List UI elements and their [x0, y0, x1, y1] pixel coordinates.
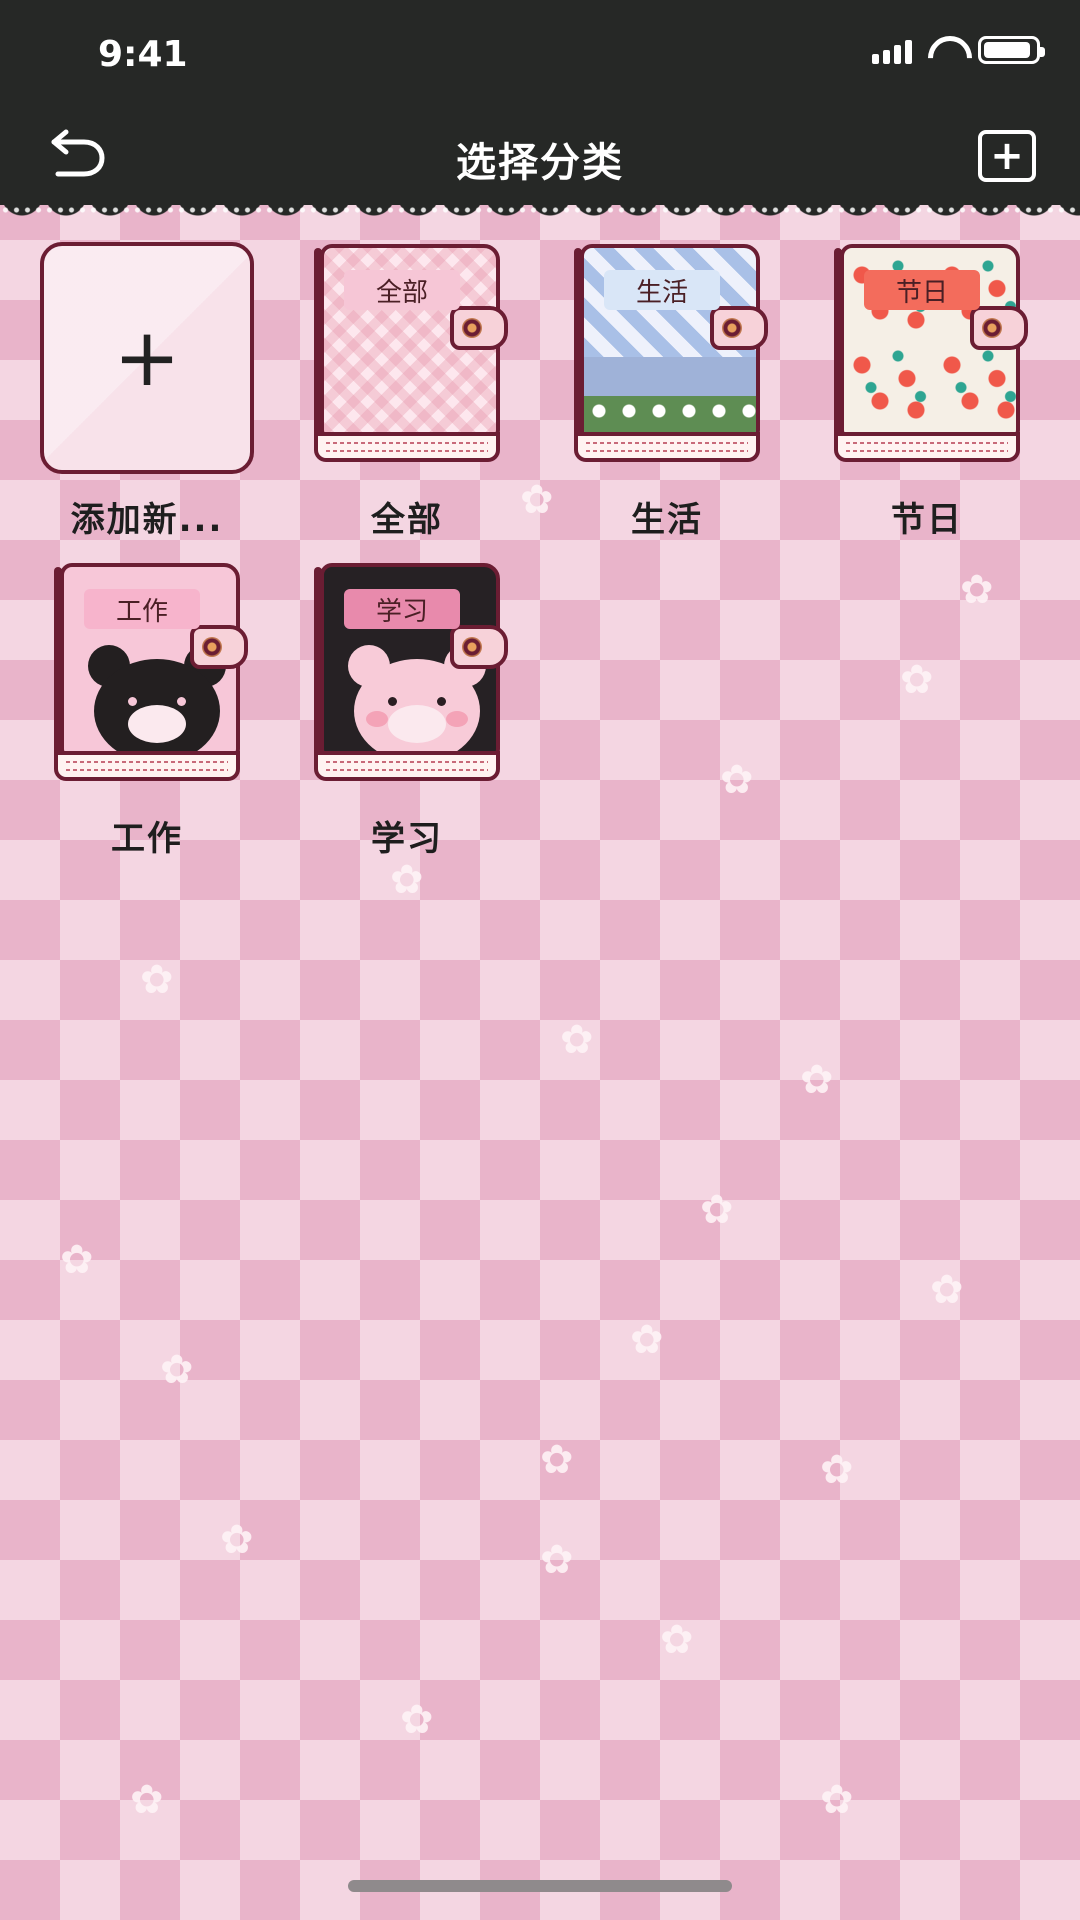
cover-label: 工作 — [84, 589, 200, 629]
blossom-decoration: ✿ — [390, 857, 424, 903]
cover-label: 节日 — [864, 270, 980, 310]
status-icons — [872, 36, 1045, 64]
category-name: 全部 — [371, 500, 443, 540]
add-new-card[interactable]: + — [40, 242, 254, 474]
category-name: 工作 — [111, 819, 183, 859]
cellular-signal-icon — [872, 40, 912, 64]
blossom-decoration: ✿ — [540, 1437, 574, 1483]
category-name: 生活 — [631, 500, 703, 540]
add-new-category-tile[interactable]: + 添加新... — [34, 242, 260, 541]
category-grid: + 添加新... 全部 全部 生活 生活 节日 节日 工作 工作 学习 学习 — [34, 242, 1040, 860]
battery-icon — [978, 36, 1045, 64]
add-category-button[interactable]: + — [978, 130, 1036, 182]
plus-square-icon: + — [990, 133, 1024, 179]
blossom-decoration: ✿ — [930, 1267, 964, 1313]
category-holiday[interactable]: 节日 节日 — [814, 242, 1040, 541]
blossom-decoration: ✿ — [630, 1317, 664, 1363]
blossom-decoration: ✿ — [800, 1057, 834, 1103]
category-all[interactable]: 全部 全部 — [294, 242, 520, 541]
home-indicator[interactable] — [348, 1880, 732, 1892]
blossom-decoration: ✿ — [820, 1777, 854, 1823]
add-new-label: 添加新... — [70, 500, 224, 540]
notebook-cover-icon: 全部 — [300, 242, 514, 474]
blossom-decoration: ✿ — [160, 1347, 194, 1393]
category-name: 节日 — [891, 500, 963, 540]
category-name: 学习 — [371, 819, 443, 859]
blossom-decoration: ✿ — [660, 1617, 694, 1663]
blossom-decoration: ✿ — [540, 1537, 574, 1583]
cover-label: 全部 — [344, 270, 460, 310]
cover-label: 学习 — [344, 589, 460, 629]
notebook-cover-icon: 生活 — [560, 242, 774, 474]
notebook-cover-icon: 学习 — [300, 561, 514, 793]
wifi-icon — [926, 36, 964, 64]
plus-icon: + — [113, 311, 181, 404]
notebook-cover-icon: 工作 — [40, 561, 254, 793]
notebook-cover-icon: 节日 — [820, 242, 1034, 474]
blossom-decoration: ✿ — [60, 1237, 94, 1283]
header-dot-trim — [0, 205, 1080, 215]
top-bar: 9:41 选择分类 + — [0, 0, 1080, 205]
category-life[interactable]: 生活 生活 — [554, 242, 780, 541]
blossom-decoration: ✿ — [130, 1777, 164, 1823]
category-work[interactable]: 工作 工作 — [34, 561, 260, 860]
blossom-decoration: ✿ — [820, 1447, 854, 1493]
page-title: 选择分类 — [456, 140, 624, 186]
blossom-decoration: ✿ — [220, 1517, 254, 1563]
category-study[interactable]: 学习 学习 — [294, 561, 520, 860]
blossom-decoration: ✿ — [140, 957, 174, 1003]
blossom-decoration: ✿ — [700, 1187, 734, 1233]
cover-label: 生活 — [604, 270, 720, 310]
status-time: 9:41 — [98, 34, 188, 75]
blossom-decoration: ✿ — [400, 1697, 434, 1743]
blossom-decoration: ✿ — [560, 1017, 594, 1063]
